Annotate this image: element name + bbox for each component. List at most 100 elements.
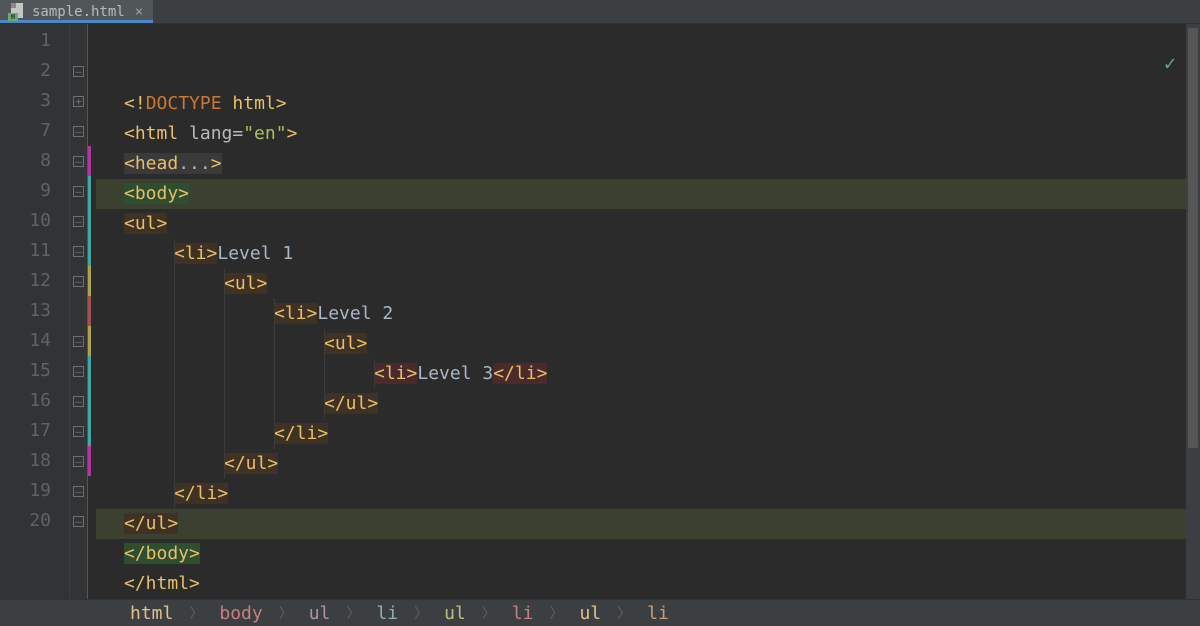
line-number[interactable]: 15 — [0, 356, 51, 386]
fold-column[interactable]: – + – – – – – – – – – – – – – — [70, 24, 88, 599]
indent-guide — [274, 419, 275, 449]
fold-end-icon[interactable]: – — [73, 456, 84, 467]
change-marker-cyan — [88, 356, 96, 386]
fold-collapse-icon[interactable]: – — [73, 276, 84, 287]
fold-slot[interactable]: – — [70, 506, 87, 536]
code-line[interactable]: <ul> — [96, 269, 1186, 299]
code-token: html> — [232, 93, 286, 114]
code-line[interactable]: <!DOCTYPE html> — [96, 89, 1186, 119]
vertical-scrollbar[interactable] — [1186, 24, 1200, 599]
line-number[interactable]: 13 — [0, 296, 51, 326]
line-number[interactable]: 16 — [0, 386, 51, 416]
line-number[interactable]: 9 — [0, 176, 51, 206]
fold-slot[interactable]: + — [70, 86, 87, 116]
line-number[interactable]: 19 — [0, 476, 51, 506]
line-gutter[interactable]: 1237891011121314151617181920 — [0, 24, 70, 599]
code-line[interactable]: </ul> — [96, 449, 1186, 479]
fold-collapse-icon[interactable]: – — [73, 156, 84, 167]
line-number[interactable]: 17 — [0, 416, 51, 446]
close-tab-icon[interactable]: × — [131, 4, 143, 20]
fold-end-icon[interactable]: – — [73, 366, 84, 377]
fold-end-icon[interactable]: – — [73, 486, 84, 497]
line-number[interactable]: 1 — [0, 26, 51, 56]
fold-slot[interactable]: – — [70, 116, 87, 146]
code-line[interactable]: </li> — [96, 479, 1186, 509]
code-line[interactable]: <li>Level 1 — [96, 239, 1186, 269]
breadcrumb-item[interactable]: ul — [444, 603, 466, 624]
code-line[interactable]: <li>Level 2 — [96, 299, 1186, 329]
code-token: <li> — [274, 303, 317, 324]
fold-collapse-icon[interactable]: – — [73, 186, 84, 197]
fold-slot[interactable]: – — [70, 176, 87, 206]
line-number[interactable]: 20 — [0, 506, 51, 536]
fold-collapse-icon[interactable]: – — [73, 216, 84, 227]
code-line[interactable]: <li>Level 3</li> — [96, 359, 1186, 389]
fold-collapse-icon[interactable]: – — [73, 126, 84, 137]
code-token: Level 2 — [317, 303, 393, 324]
scroll-thumb[interactable] — [1188, 28, 1198, 448]
line-number[interactable]: 11 — [0, 236, 51, 266]
indent-guide — [224, 359, 225, 389]
fold-end-icon[interactable]: – — [73, 426, 84, 437]
code-line[interactable]: </html> — [96, 569, 1186, 599]
change-marker-cyan — [88, 206, 96, 236]
editor-area: 1237891011121314151617181920 –+–––––––––… — [0, 24, 1200, 599]
line-number[interactable]: 14 — [0, 326, 51, 356]
line-number[interactable]: 3 — [0, 86, 51, 116]
code-token: lang= — [189, 123, 243, 144]
code-line[interactable]: </ul> — [96, 509, 1186, 539]
fold-slot[interactable]: – — [70, 236, 87, 266]
line-number[interactable]: 2 — [0, 56, 51, 86]
code-token: </ul> — [124, 513, 178, 534]
code-line[interactable]: </li> — [96, 419, 1186, 449]
code-line[interactable]: <head...> — [96, 149, 1186, 179]
fold-end-icon[interactable]: – — [73, 396, 84, 407]
fold-slot[interactable]: – — [70, 326, 87, 356]
code-line[interactable]: </ul> — [96, 389, 1186, 419]
code-token: Level 1 — [217, 243, 293, 264]
analysis-ok-icon[interactable]: ✓ — [1077, 30, 1176, 96]
code-line[interactable]: <html lang="en"> — [96, 119, 1186, 149]
fold-slot[interactable]: – — [70, 446, 87, 476]
breadcrumb-item[interactable]: li — [376, 603, 398, 624]
code-line[interactable]: <ul> — [96, 209, 1186, 239]
fold-slot[interactable]: – — [70, 356, 87, 386]
fold-slot[interactable]: – — [70, 206, 87, 236]
code-token: <ul> — [324, 333, 367, 354]
code-line[interactable]: <body> — [96, 179, 1186, 209]
fold-slot[interactable]: – — [70, 386, 87, 416]
breadcrumb-item[interactable]: ul — [579, 603, 601, 624]
line-number[interactable]: 10 — [0, 206, 51, 236]
line-number[interactable]: 7 — [0, 116, 51, 146]
fold-slot[interactable]: – — [70, 476, 87, 506]
fold-slot[interactable]: – — [70, 266, 87, 296]
fold-slot[interactable]: – — [70, 56, 87, 86]
code-line[interactable]: </body> — [96, 539, 1186, 569]
fold-collapse-icon[interactable]: – — [73, 246, 84, 257]
breadcrumb-item[interactable]: li — [512, 603, 534, 624]
code-area[interactable]: ✓ <!DOCTYPE html><html lang="en"><head..… — [96, 24, 1186, 599]
fold-slot[interactable]: – — [70, 416, 87, 446]
breadcrumb-item[interactable]: html — [130, 603, 173, 624]
code-token: <ul> — [124, 213, 167, 234]
breadcrumb-item[interactable]: body — [219, 603, 262, 624]
indent-guide — [174, 299, 175, 329]
fold-expand-icon[interactable]: + — [73, 96, 84, 107]
tab-sample-html[interactable]: H sample.html × — [0, 0, 153, 23]
fold-slot[interactable]: – — [70, 146, 87, 176]
line-number[interactable]: 12 — [0, 266, 51, 296]
breadcrumb-item[interactable]: ul — [309, 603, 331, 624]
breadcrumb-bar[interactable]: html〉body〉ul〉li〉ul〉li〉ul〉li — [0, 599, 1200, 626]
change-marker-none — [88, 26, 96, 56]
fold-end-icon[interactable]: – — [73, 516, 84, 527]
code-token: "en" — [243, 123, 286, 144]
fold-collapse-icon[interactable]: – — [73, 66, 84, 77]
code-line[interactable]: <ul> — [96, 329, 1186, 359]
breadcrumb-separator-icon: 〉 — [539, 603, 573, 623]
fold-end-icon[interactable]: – — [73, 336, 84, 347]
line-number[interactable]: 18 — [0, 446, 51, 476]
change-marker-red — [88, 296, 96, 326]
breadcrumb-item[interactable]: li — [647, 603, 669, 624]
line-number[interactable]: 8 — [0, 146, 51, 176]
tab-filename: sample.html — [32, 4, 125, 20]
